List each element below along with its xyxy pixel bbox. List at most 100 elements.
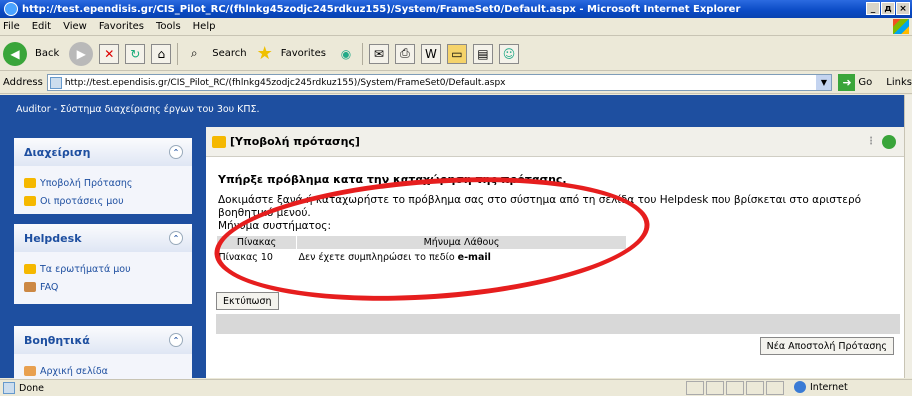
menu-favorites[interactable]: Favorites <box>99 21 144 32</box>
sidebar: Διαχείριση ⌃ Υποβολή Πρότασης Οι προτάσε… <box>0 127 206 384</box>
separator-dots-icon: ⋮ <box>866 136 876 147</box>
search-icon[interactable]: ⌕ <box>184 44 204 64</box>
panel-header: Helpdesk ⌃ <box>14 224 192 252</box>
print-button[interactable]: Εκτύπωση <box>216 292 279 310</box>
status-text: Done <box>19 382 44 394</box>
print-icon[interactable]: ⎙ <box>394 43 415 64</box>
forward-arrow-icon[interactable]: ▶ <box>69 41 94 66</box>
error-text: Δοκιμάστε ξανά ή καταχωρήστε το πρόβλημα… <box>218 194 862 219</box>
faq-icon <box>24 282 36 292</box>
menu-view[interactable]: View <box>63 21 87 32</box>
panel-header: Βοηθητικά ⌃ <box>14 326 192 354</box>
system-message-label: Μήνυμα συστήματος: <box>218 220 332 232</box>
security-zone: Internet <box>794 381 848 393</box>
new-submission-button[interactable]: Νέα Αποστολή Πρότασης <box>759 337 894 355</box>
main-header: [Υποβολή πρότασης] ⋮ <box>206 127 904 157</box>
sidebar-item-label[interactable]: Τα ερωτήματά μου <box>40 264 131 275</box>
browser-toolbar: ◀ Back ▶ ✕ ↻ ⌂ ⌕ Search ★ Favorites ◉ ✉ … <box>0 37 912 71</box>
collapse-icon[interactable]: ⌃ <box>169 333 183 347</box>
go-arrow-icon[interactable]: ➜ <box>838 74 856 91</box>
window-controls: _ д × <box>866 2 910 15</box>
error-field: e-mail <box>457 251 491 263</box>
stop-icon[interactable]: ✕ <box>99 43 120 64</box>
error-message: Δεν έχετε συμπληρώσει το πεδίο <box>298 251 458 263</box>
panel-header: Διαχείριση ⌃ <box>14 138 192 166</box>
main-content: [Υποβολή πρότασης] ⋮ Υπήρξε πρόβλημα κατ… <box>206 127 904 378</box>
go-button[interactable]: ➜ Go <box>838 74 872 91</box>
menu-file[interactable]: File <box>3 21 20 32</box>
mail-icon[interactable]: ✉ <box>368 43 389 64</box>
column-header-table: Πίνακας <box>216 235 297 250</box>
sidebar-item-faq[interactable]: FAQ <box>24 278 192 296</box>
globe-icon <box>794 381 806 393</box>
maximize-button[interactable]: д <box>881 2 895 15</box>
research-icon[interactable]: ▤ <box>472 43 493 64</box>
sidebar-item-label[interactable]: Οι προτάσεις μου <box>40 196 124 207</box>
sidebar-item-home-page[interactable]: Αρχική σελίδα <box>24 362 192 380</box>
page-icon <box>3 382 15 394</box>
sidebar-item-label[interactable]: Υποβολή Πρότασης <box>40 178 132 189</box>
toolbar-separator <box>361 42 363 65</box>
panel-management: Διαχείριση ⌃ Υποβολή Πρότασης Οι προτάσε… <box>14 138 192 214</box>
page-icon <box>49 76 62 89</box>
sidebar-item-my-proposals[interactable]: Οι προτάσεις μου <box>24 192 192 210</box>
page-scrollbar[interactable] <box>904 95 912 378</box>
search-button[interactable]: Search <box>212 48 246 59</box>
collapse-icon[interactable]: ⌃ <box>169 231 183 245</box>
panel-helpdesk: Helpdesk ⌃ Τα ερωτήματά μου FAQ <box>14 224 192 304</box>
panel-title: Βοηθητικά <box>24 333 90 347</box>
page-title: [Υποβολή πρότασης] <box>230 135 360 148</box>
links-button[interactable]: Links <box>886 77 912 88</box>
sidebar-item-label[interactable]: FAQ <box>40 282 58 293</box>
address-label: Address <box>3 77 43 88</box>
home-icon <box>24 366 36 376</box>
sidebar-item-my-questions[interactable]: Τα ερωτήματά μου <box>24 260 192 278</box>
menu-tools[interactable]: Tools <box>156 21 181 32</box>
media-icon[interactable]: ◉ <box>336 44 356 64</box>
zone-label: Internet <box>810 381 848 393</box>
sidebar-item-label[interactable]: Αρχική σελίδα <box>40 366 108 377</box>
windows-logo-icon <box>893 19 909 34</box>
favorites-star-icon[interactable]: ★ <box>257 43 273 64</box>
back-arrow-icon[interactable]: ◀ <box>3 41 27 66</box>
folder-check-icon <box>212 135 226 148</box>
ie-icon <box>4 2 18 16</box>
column-header-message: Μήνυμα Λάθους <box>296 235 627 250</box>
close-button[interactable]: × <box>896 2 910 15</box>
app-header: Auditor - Σύστημα διαχείρισης έργων του … <box>0 95 904 127</box>
status-bar: Done Internet <box>0 379 912 396</box>
back-button[interactable]: Back <box>35 48 59 59</box>
refresh-icon[interactable]: ↻ <box>125 43 146 64</box>
address-input[interactable]: http://test.ependisis.gr/CIS_Pilot_RC/(f… <box>46 74 833 91</box>
question-icon <box>24 264 36 274</box>
sidebar-item-submit-proposal[interactable]: Υποβολή Πρότασης <box>24 174 192 192</box>
address-dropdown-icon[interactable]: ▼ <box>816 75 832 90</box>
folder-check-icon <box>24 178 36 188</box>
status-cells <box>686 381 784 395</box>
messenger-icon[interactable]: ☺ <box>498 43 519 64</box>
edit-icon[interactable]: W <box>420 43 441 64</box>
favorites-button[interactable]: Favorites <box>281 48 326 59</box>
menu-help[interactable]: Help <box>193 21 216 32</box>
table-row: Πίνακας 10 Δεν έχετε συμπληρώσει το πεδί… <box>217 250 627 265</box>
refresh-icon[interactable] <box>882 135 896 149</box>
divider-bar <box>216 314 900 334</box>
folder-icon[interactable]: ▭ <box>446 43 467 64</box>
panel-utilities: Βοηθητικά ⌃ Αρχική σελίδα <box>14 326 192 384</box>
address-bar: Address http://test.ependisis.gr/CIS_Pil… <box>0 72 912 94</box>
folder-check-icon <box>24 196 36 206</box>
table-cell-message: Δεν έχετε συμπληρώσει το πεδίο e-mail <box>297 250 627 265</box>
menu-bar: File Edit View Favorites Tools Help <box>0 18 912 36</box>
error-table: Πίνακας Μήνυμα Λάθους Πίνακας 10 Δεν έχε… <box>216 235 627 265</box>
minimize-button[interactable]: _ <box>866 2 880 15</box>
menu-edit[interactable]: Edit <box>32 21 51 32</box>
error-title: Υπήρξε πρόβλημα κατα την καταχώρηση της … <box>218 173 567 186</box>
go-label[interactable]: Go <box>858 77 872 88</box>
toolbar-separator <box>177 42 179 65</box>
window-title: http://test.ependisis.gr/CIS_Pilot_RC/(f… <box>22 3 741 15</box>
app-title: Auditor - Σύστημα διαχείρισης έργων του … <box>16 104 260 115</box>
panel-title: Διαχείριση <box>24 145 91 159</box>
address-url[interactable]: http://test.ependisis.gr/CIS_Pilot_RC/(f… <box>65 78 506 88</box>
collapse-icon[interactable]: ⌃ <box>169 145 183 159</box>
home-icon[interactable]: ⌂ <box>151 43 172 64</box>
